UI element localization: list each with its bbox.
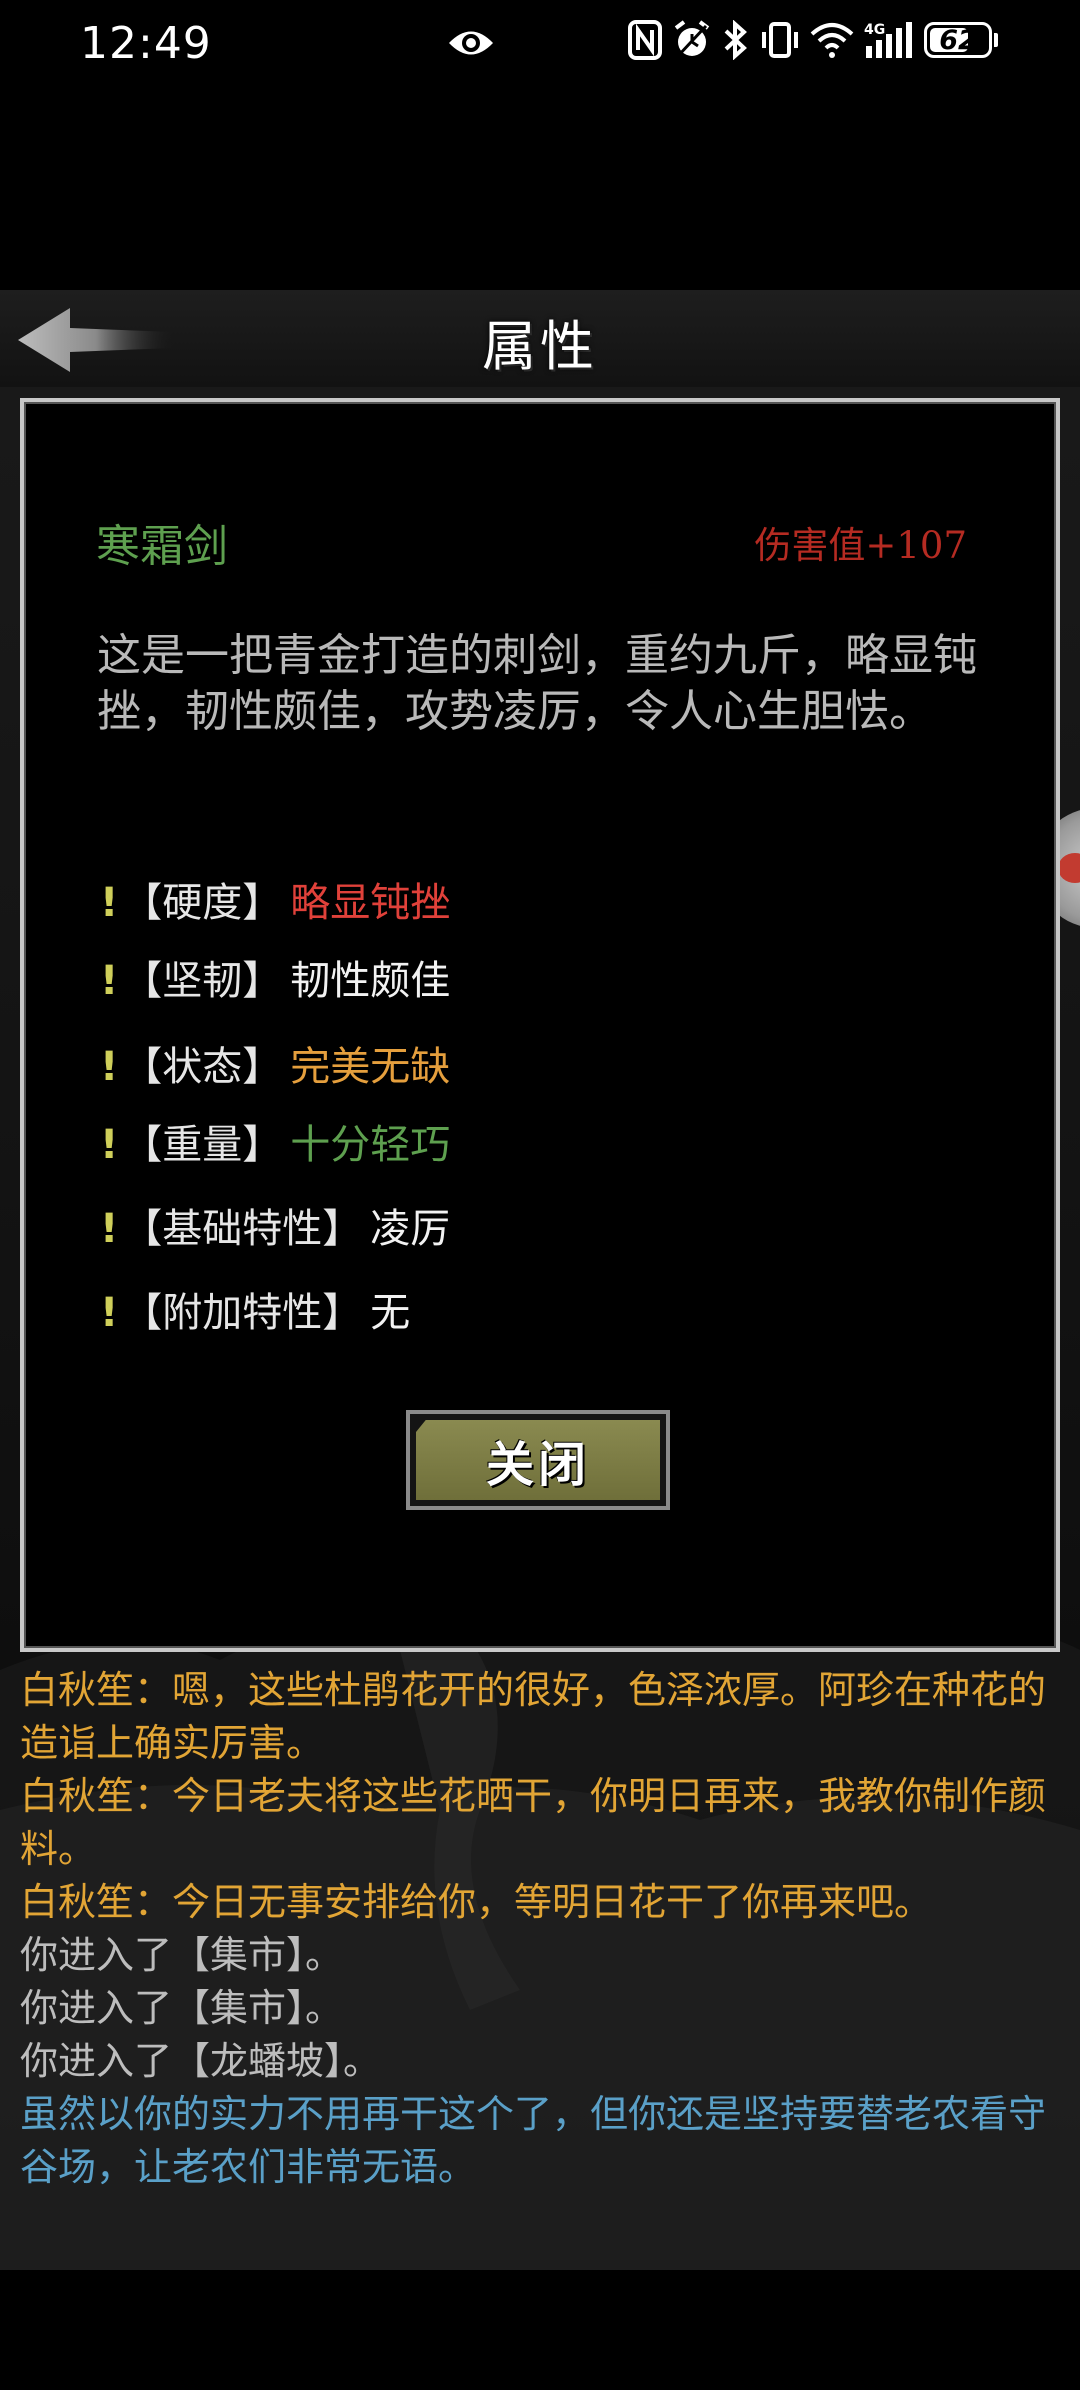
attribute-value: 凌厉 <box>370 1206 451 1252</box>
battery-icon: 62 <box>924 22 992 58</box>
attribute-value: 略显钝挫 <box>290 880 451 926</box>
close-button-label: 关闭 <box>485 1437 590 1493</box>
log-line: 白秋笙：今日老夫将这些花晒干，你明日再来，我教你制作颜料。 <box>20 1774 1047 1871</box>
attribute-marker: ! <box>100 958 119 1004</box>
system-icons: 4G 62 <box>628 20 998 60</box>
battery-level: 62 <box>939 24 977 56</box>
side-tab-emblem-icon <box>1058 853 1080 883</box>
log-line: 你进入了【集市】。 <box>20 1933 344 1977</box>
status-time: 12:49 <box>80 18 212 69</box>
attribute-key: 【硬度】 <box>122 880 283 926</box>
attribute-marker: ! <box>100 1290 119 1336</box>
attribute-value: 无 <box>370 1290 411 1336</box>
wifi-icon <box>810 23 854 58</box>
attribute-row: ! 【状态】 完美无缺 <box>100 1034 450 1092</box>
close-button-face: 关闭 <box>416 1420 660 1500</box>
attribute-row: ! 【坚韧】 韧性颇佳 <box>100 948 450 1006</box>
log-line: 白秋笙：嗯，这些杜鹃花开的很好，色泽浓厚。阿珍在种花的造诣上确实厉害。 <box>20 1668 1047 1765</box>
log-line: 虽然以你的实力不用再干这个了，但你还是坚持要替老农看守谷场，让老农们非常无语。 <box>20 2092 1047 2189</box>
attribute-marker: ! <box>100 1122 119 1168</box>
log-line: 白秋笙：今日无事安排给你，等明日花干了你再来吧。 <box>20 1880 933 1924</box>
attribute-row: ! 【附加特性】无 <box>100 1280 410 1338</box>
item-description: 这是一把青金打造的刺剑，重约九斤，略显钝挫，韧性颇佳，攻势凌厉，令人心生胆怯。 <box>97 630 977 737</box>
attribute-row: ! 【基础特性】 凌厉 <box>100 1196 450 1254</box>
log-line: 你进入了【集市】。 <box>20 1986 344 2030</box>
page-title: 属性 <box>482 315 598 378</box>
svg-text:4G: 4G <box>864 22 885 38</box>
attribute-key: 【状态】 <box>122 1044 283 1090</box>
status-bar: 12:49 4G 62 <box>0 0 1080 95</box>
attribute-marker: ! <box>100 1044 119 1090</box>
attribute-marker: ! <box>100 880 119 926</box>
attribute-row: ! 【重量】 十分轻巧 <box>100 1112 450 1170</box>
item-name: 寒霜剑 <box>96 521 228 572</box>
nfc-icon <box>628 20 662 60</box>
message-log: 白秋笙：嗯，这些杜鹃花开的很好，色泽浓厚。阿珍在种花的造诣上确实厉害。 白秋笙：今… <box>20 1664 1060 2194</box>
attribute-value: 十分轻巧 <box>290 1122 451 1168</box>
log-line: 你进入了【龙蟠坡】。 <box>20 2039 382 2083</box>
attribute-key: 【附加特性】 <box>122 1290 363 1336</box>
bluetooth-icon <box>724 20 747 60</box>
attribute-key: 【基础特性】 <box>122 1206 363 1252</box>
attribute-value: 韧性颇佳 <box>290 958 451 1004</box>
item-damage: 伤害值+107 <box>754 524 967 567</box>
attribute-row: ! 【硬度】 略显钝挫 <box>100 870 450 928</box>
eye-icon <box>449 31 493 55</box>
battery-cap <box>994 33 998 47</box>
vibrate-icon <box>762 22 798 58</box>
attribute-key: 【重量】 <box>122 1122 283 1168</box>
close-button[interactable]: 关闭 <box>406 1410 670 1510</box>
signal-4g-icon: 4G <box>864 22 912 58</box>
attribute-key: 【坚韧】 <box>122 958 283 1004</box>
attribute-value: 完美无缺 <box>290 1044 451 1090</box>
alarm-icon <box>674 20 710 58</box>
attribute-marker: ! <box>100 1206 119 1252</box>
